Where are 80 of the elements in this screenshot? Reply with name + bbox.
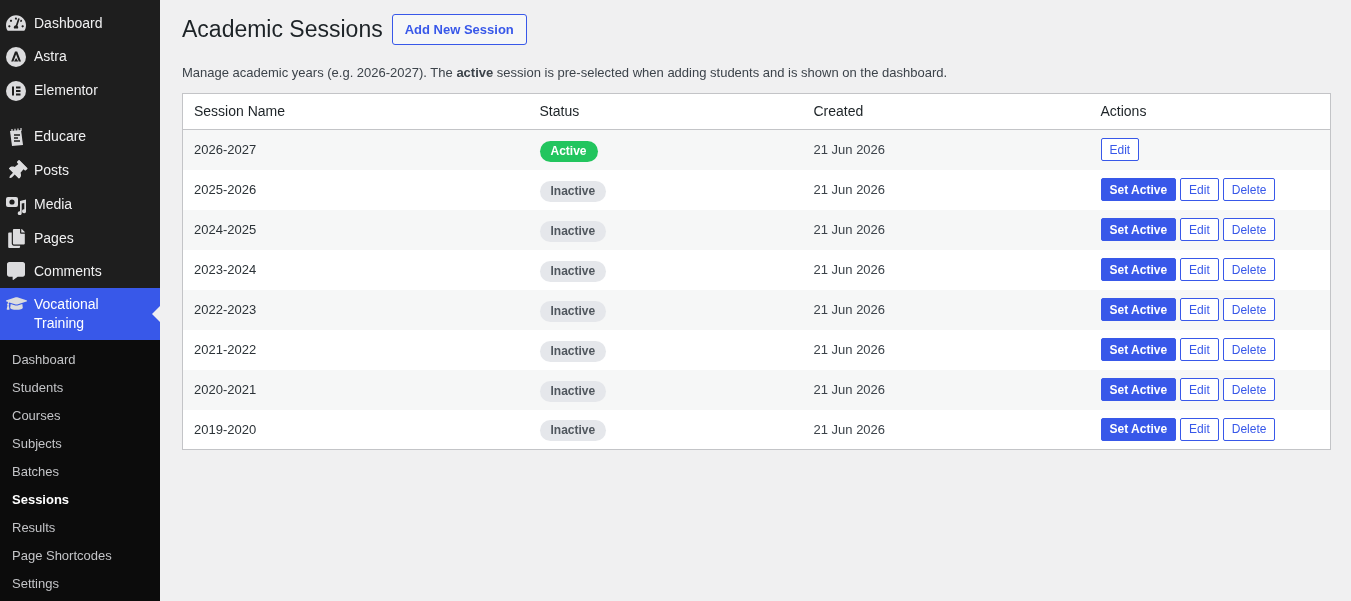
session-name-cell: 2022-2023 [182, 289, 529, 330]
action-button[interactable]: Set Active [1100, 338, 1177, 361]
action-button[interactable]: Edit [1180, 218, 1219, 241]
action-button[interactable]: Set Active [1100, 218, 1177, 241]
submenu-item[interactable]: Sessions [0, 486, 160, 514]
menu-item[interactable]: Dashboard [0, 7, 160, 40]
menu-item[interactable]: Posts [0, 154, 160, 188]
submenu-item[interactable]: Batches [0, 458, 160, 486]
status-badge: Inactive [539, 180, 607, 202]
action-button[interactable]: Edit [1180, 417, 1219, 441]
session-name-cell: 2026-2027 [182, 129, 529, 170]
action-button[interactable]: Delete [1222, 178, 1276, 201]
action-button[interactable]: Set Active [1100, 417, 1177, 441]
status-badge: Inactive [539, 420, 607, 442]
menu-item[interactable]: Elementor [0, 74, 160, 108]
action-button[interactable]: Set Active [1100, 298, 1177, 321]
add-new-session-button[interactable]: Add New Session [391, 14, 527, 45]
action-button[interactable]: Set Active [1100, 178, 1177, 201]
submenu-item[interactable]: Courses [0, 402, 160, 430]
submenu-item[interactable]: Results [0, 514, 160, 542]
created-date-cell: 21 Jun 2026 [802, 329, 1090, 370]
status-badge: Inactive [539, 260, 607, 282]
menu-item[interactable]: Media [0, 188, 160, 222]
speech-bubble-icon [7, 262, 25, 280]
session-name-cell: 2020-2021 [182, 369, 529, 410]
status-badge: Inactive [539, 340, 607, 362]
action-button[interactable]: Edit [1180, 378, 1219, 401]
action-button[interactable]: Delete [1222, 417, 1276, 441]
session-name-cell: 2025-2026 [182, 169, 529, 210]
menu-item[interactable]: Comments [0, 255, 160, 288]
column-header: Created [802, 93, 1090, 130]
status-badge: Inactive [539, 220, 607, 242]
created-date-cell: 21 Jun 2026 [802, 129, 1090, 170]
page-title: Academic Sessions [182, 15, 383, 44]
action-button[interactable]: Delete [1222, 338, 1276, 361]
submenu-item[interactable]: Page Shortcodes [0, 542, 160, 570]
status-badge: Active [539, 140, 598, 162]
action-button[interactable]: Delete [1222, 378, 1276, 401]
column-header: Session Name [182, 93, 529, 130]
action-button[interactable]: Edit [1180, 338, 1219, 361]
menu-item[interactable]: Educare [0, 120, 160, 154]
created-date-cell: 21 Jun 2026 [802, 169, 1090, 210]
documents-icon [7, 229, 25, 248]
action-button[interactable]: Edit [1180, 298, 1219, 321]
bars-logo-icon [6, 81, 26, 101]
action-button[interactable]: Delete [1222, 258, 1276, 281]
session-name-cell: 2019-2020 [182, 409, 529, 450]
action-button[interactable]: Delete [1222, 298, 1276, 321]
action-button[interactable]: Edit [1100, 138, 1140, 162]
created-date-cell: 21 Jun 2026 [802, 289, 1090, 330]
column-header: Status [528, 93, 803, 130]
session-name-cell: 2023-2024 [182, 249, 529, 290]
menu-item[interactable]: Astra [0, 40, 160, 74]
triangle-logo-icon [6, 47, 26, 67]
created-date-cell: 21 Jun 2026 [802, 249, 1090, 290]
status-badge: Inactive [539, 300, 607, 322]
created-date-cell: 21 Jun 2026 [802, 409, 1090, 450]
action-button[interactable]: Edit [1180, 258, 1219, 281]
camera-music-note-icon [6, 195, 26, 215]
menu-item[interactable]: Pages [0, 222, 160, 255]
submenu-item[interactable]: Dashboard [0, 346, 160, 374]
status-badge: Inactive [539, 380, 607, 402]
submenu-item[interactable]: Subjects [0, 430, 160, 458]
action-button[interactable]: Delete [1222, 218, 1276, 241]
submenu-item[interactable]: Students [0, 374, 160, 402]
session-name-cell: 2024-2025 [182, 209, 529, 250]
notepad-icon [8, 127, 24, 147]
column-header: Actions [1089, 93, 1331, 130]
menu-pointer-icon [152, 306, 160, 322]
created-date-cell: 21 Jun 2026 [802, 209, 1090, 250]
action-button[interactable]: Edit [1180, 178, 1219, 201]
graduation-cap-icon [5, 295, 27, 312]
gauge-icon [6, 14, 26, 32]
action-button[interactable]: Set Active [1100, 378, 1177, 401]
submenu-item[interactable]: Settings [0, 570, 160, 598]
menu-item[interactable]: Vocational Training [0, 288, 160, 340]
created-date-cell: 21 Jun 2026 [802, 369, 1090, 410]
action-button[interactable]: Set Active [1100, 258, 1177, 281]
session-name-cell: 2021-2022 [182, 329, 529, 370]
page-description: Manage academic years (e.g. 2026-2027). The active session is pre-selected when adding students and is shown on the dashboard. [182, 64, 949, 81]
